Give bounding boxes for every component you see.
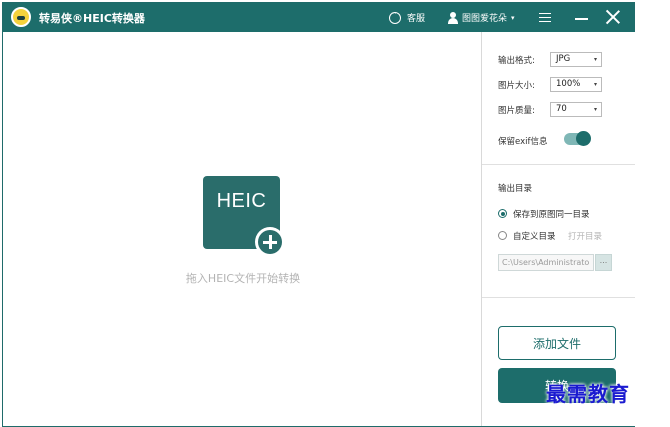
dropdown-arrow-icon: ▾ (593, 56, 597, 63)
add-files-button[interactable]: 添加文件 (498, 326, 616, 360)
user-icon (448, 11, 458, 24)
image-size-label: 图片大小: (498, 81, 535, 91)
dropdown-arrow-icon: ▾ (593, 106, 597, 113)
radio-custom-directory[interactable] (498, 231, 507, 240)
heic-tile-label: HEIC (216, 190, 267, 212)
watermark-text: 最需教育 (546, 382, 630, 406)
output-path-field[interactable] (498, 254, 594, 271)
minimize-icon[interactable] (575, 18, 588, 20)
app-window: 转易侠®HEIC转换器 客服 图图爱花朵 ▾ HEIC 拖入HEIC文件开始转换… (2, 2, 635, 427)
radio-same-directory[interactable] (498, 209, 507, 218)
user-name: 图图爱花朵 (462, 14, 508, 24)
custom-directory-label: 自定义目录 (513, 232, 556, 242)
app-logo-icon (11, 7, 31, 27)
add-heic-tile[interactable]: HEIC (203, 176, 285, 257)
close-icon[interactable] (605, 9, 621, 25)
image-quality-select[interactable]: 70 ▾ (550, 102, 602, 117)
customer-service-button[interactable]: 客服 (389, 3, 425, 32)
dropdown-arrow-icon: ▾ (593, 81, 597, 88)
hamburger-menu-icon[interactable] (539, 13, 551, 22)
image-size-select[interactable]: 100% ▾ (550, 77, 602, 92)
same-directory-label: 保存到原图同一目录 (513, 210, 590, 220)
settings-panel: 输出格式: JPG ▾ 图片大小: 100% ▾ 图片质量: 70 ▾ 保留ex… (481, 32, 635, 426)
plus-circle-icon (255, 227, 285, 257)
image-quality-label: 图片质量: (498, 106, 535, 116)
image-quality-value: 70 (556, 104, 567, 114)
output-format-select[interactable]: JPG ▾ (550, 52, 602, 67)
browse-button[interactable]: ... (595, 254, 612, 271)
user-menu[interactable]: 图图爱花朵 ▾ (448, 3, 515, 32)
title-bar: 转易侠®HEIC转换器 客服 图图爱花朵 ▾ (3, 3, 634, 32)
output-directory-title: 输出目录 (498, 184, 533, 194)
keep-exif-toggle[interactable] (564, 131, 591, 146)
customer-service-label: 客服 (407, 14, 426, 24)
drop-area[interactable]: HEIC 拖入HEIC文件开始转换 (3, 32, 481, 426)
open-directory-link[interactable]: 打开目录 (568, 230, 602, 242)
drop-hint-text: 拖入HEIC文件开始转换 (185, 272, 301, 285)
app-title: 转易侠®HEIC转换器 (39, 12, 145, 25)
output-format-value: JPG (556, 54, 571, 64)
keep-exif-label: 保留exif信息 (498, 137, 548, 147)
image-size-value: 100% (556, 79, 581, 89)
divider (482, 297, 635, 298)
chat-icon (389, 9, 401, 24)
output-format-label: 输出格式: (498, 56, 535, 66)
chevron-down-icon: ▾ (511, 13, 515, 22)
divider (482, 164, 635, 165)
